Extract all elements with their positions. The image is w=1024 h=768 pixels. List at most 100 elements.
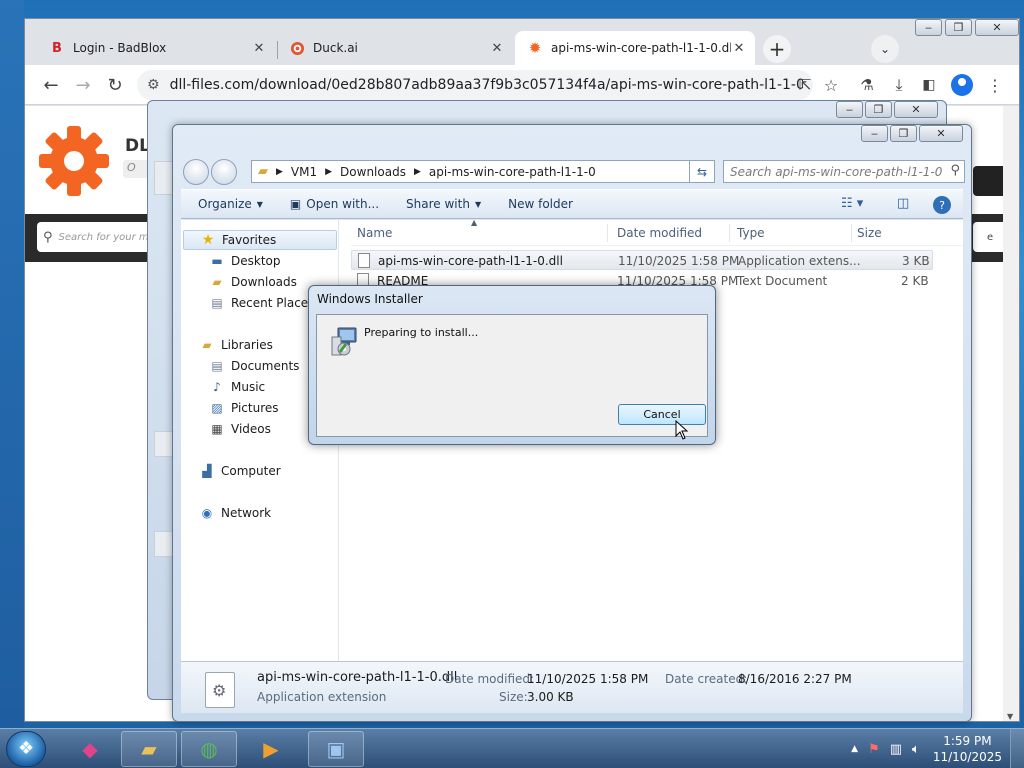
- search-icon[interactable]: ⚲: [950, 163, 960, 178]
- window-edge: [154, 431, 174, 457]
- labs-flask-icon[interactable]: ⚗: [855, 73, 879, 97]
- breadcrumb-downloads[interactable]: Downloads: [340, 165, 406, 179]
- tab-search-chevron-down-icon[interactable]: ⌄: [871, 35, 899, 63]
- maximize-button[interactable]: ❐: [890, 125, 917, 142]
- system-tray: ▲ ⚑ ▥ 🔈︎ 1:59 PM 11/10/2025: [846, 729, 1024, 768]
- more-menu-icon[interactable]: ⋮: [983, 73, 1007, 97]
- open-with-button[interactable]: ▣ Open with...: [290, 197, 379, 211]
- forward-button[interactable]: [211, 159, 237, 185]
- nav-favorites[interactable]: ★ Favorites: [183, 230, 337, 250]
- maximize-button[interactable]: ❐: [865, 101, 892, 118]
- address-breadcrumb[interactable]: ▰ ▶ VM1 ▶ Downloads ▶ api-ms-win-core-pa…: [251, 160, 713, 183]
- search-icon: ⚲: [43, 229, 53, 245]
- minimize-button[interactable]: ‒: [836, 101, 863, 118]
- nav-computer-label: Computer: [221, 464, 281, 478]
- file-date: 11/10/2025 1:58 PM: [618, 254, 740, 268]
- nav-network[interactable]: ◉ Network: [181, 503, 339, 523]
- preview-pane-icon[interactable]: ◫: [897, 196, 909, 211]
- nav-favorites-label: Favorites: [222, 233, 277, 247]
- refresh-icon[interactable]: ⇆: [689, 160, 715, 183]
- clock[interactable]: 1:59 PM 11/10/2025: [933, 733, 1002, 765]
- file-row-dll[interactable]: api-ms-win-core-path-l1-1-0.dll 11/10/20…: [351, 250, 933, 270]
- installer-taskbar-icon[interactable]: ▣: [308, 731, 364, 767]
- show-hidden-icons-chevron-icon[interactable]: ▲: [851, 744, 858, 754]
- gear-favicon-icon: ✹: [528, 39, 542, 57]
- recent-places-icon: ▤: [211, 296, 223, 310]
- details-date-created-label: Date created:: [665, 672, 748, 686]
- folder-search-input[interactable]: Search api-ms-win-core-path-l1-1-0 ⚲: [723, 160, 965, 183]
- help-icon[interactable]: ?: [933, 196, 951, 214]
- details-filetype: Application extension: [257, 690, 387, 704]
- column-name[interactable]: Name: [357, 226, 392, 240]
- breadcrumb-chevron-icon[interactable]: ▶: [276, 167, 283, 177]
- column-divider[interactable]: [729, 224, 730, 242]
- dll-file-icon: [358, 253, 370, 268]
- folder-icon: ▰: [141, 737, 157, 761]
- share-with-button[interactable]: Share with ▼: [406, 197, 481, 211]
- new-tab-button[interactable]: +: [763, 35, 791, 63]
- view-options-icon[interactable]: ☷ ▾: [841, 196, 863, 211]
- file-type: Application extens...: [738, 254, 861, 268]
- chrome-taskbar-icon[interactable]: ◍: [181, 731, 237, 767]
- column-headers: Name ▲ Date modified Type Size: [351, 218, 963, 246]
- tab-title: api-ms-win-core-path-l1-1-0.dll: [551, 41, 731, 55]
- back-arrow-icon[interactable]: ←: [39, 73, 63, 97]
- nav-desktop[interactable]: ▬ Desktop: [181, 251, 339, 271]
- minimize-button[interactable]: ‒: [861, 125, 888, 142]
- window-edge: [154, 161, 174, 195]
- start-button[interactable]: [6, 731, 46, 767]
- reload-icon[interactable]: ↻: [103, 73, 127, 97]
- page-scrollbar[interactable]: ▼: [1003, 106, 1019, 721]
- address-bar[interactable]: ⚙ dll-files.com/download/0ed28b807adb89a…: [137, 70, 813, 100]
- nav-computer[interactable]: ▟ Computer: [181, 461, 339, 481]
- share-with-label: Share with: [406, 197, 470, 211]
- show-desktop-button[interactable]: [1010, 729, 1024, 768]
- share-icon[interactable]: ⇱: [793, 73, 817, 97]
- breadcrumb-vm1[interactable]: VM1: [291, 165, 317, 179]
- details-size-label: Size:: [499, 690, 528, 704]
- browser-toolbar: ← → ↻ ⚙ dll-files.com/download/0ed28b807…: [25, 65, 1019, 105]
- cancel-button[interactable]: Cancel: [618, 404, 706, 425]
- libraries-icon: ▰: [202, 338, 212, 352]
- star-icon: ★: [201, 232, 215, 248]
- tab-badblox[interactable]: B Login - BadBlox ✕: [37, 31, 275, 65]
- breadcrumb-chevron-icon[interactable]: ▶: [325, 167, 332, 177]
- desktop-background: [0, 0, 24, 728]
- column-divider[interactable]: [851, 224, 852, 242]
- nav-music-label: Music: [231, 380, 266, 394]
- tab-duck-ai[interactable]: Duck.ai ✕: [277, 31, 513, 65]
- column-date-modified[interactable]: Date modified: [617, 226, 702, 240]
- bookmark-star-icon[interactable]: ☆: [819, 73, 843, 97]
- nav-desktop-label: Desktop: [231, 254, 281, 268]
- url-text: dll-files.com/download/0ed28b807adb89aa3…: [169, 77, 803, 93]
- site-info-icon[interactable]: ⚙: [147, 77, 160, 93]
- side-panel-icon[interactable]: ◧: [917, 73, 941, 97]
- close-tab-icon[interactable]: ✕: [251, 41, 267, 56]
- file-explorer-taskbar-icon[interactable]: ▰: [121, 731, 177, 767]
- column-type[interactable]: Type: [737, 226, 765, 240]
- new-folder-button[interactable]: New folder: [508, 197, 573, 211]
- nav-network-label: Network: [221, 506, 272, 520]
- volume-muted-icon[interactable]: 🔈︎: [912, 742, 920, 757]
- action-center-flag-icon[interactable]: ⚑: [868, 742, 880, 757]
- scroll-down-arrow-icon[interactable]: ▼: [1007, 712, 1013, 721]
- back-button[interactable]: [183, 159, 209, 185]
- media-player-taskbar-icon[interactable]: ▶: [243, 731, 299, 767]
- download-icon[interactable]: ⤓: [887, 73, 911, 97]
- game-app-icon[interactable]: ◆: [62, 731, 118, 767]
- forward-arrow-icon[interactable]: →: [71, 73, 95, 97]
- network-status-icon[interactable]: ▥: [890, 742, 902, 757]
- column-size[interactable]: Size: [857, 226, 882, 240]
- tab-dll-files[interactable]: ✹ api-ms-win-core-path-l1-1-0.dll ✕: [515, 31, 755, 65]
- close-tab-icon[interactable]: ✕: [489, 41, 505, 56]
- close-tab-icon[interactable]: ✕: [731, 41, 747, 56]
- breadcrumb-current-folder[interactable]: api-ms-win-core-path-l1-1-0: [429, 165, 596, 179]
- breadcrumb-chevron-icon[interactable]: ▶: [414, 167, 421, 177]
- profile-avatar[interactable]: [951, 74, 973, 96]
- column-divider[interactable]: [607, 224, 608, 242]
- close-button[interactable]: ✕: [919, 125, 963, 142]
- nav-downloads-label: Downloads: [231, 275, 297, 289]
- close-button[interactable]: ✕: [894, 101, 938, 118]
- organize-button[interactable]: Organize ▼: [198, 197, 263, 211]
- clock-time: 1:59 PM: [943, 734, 992, 748]
